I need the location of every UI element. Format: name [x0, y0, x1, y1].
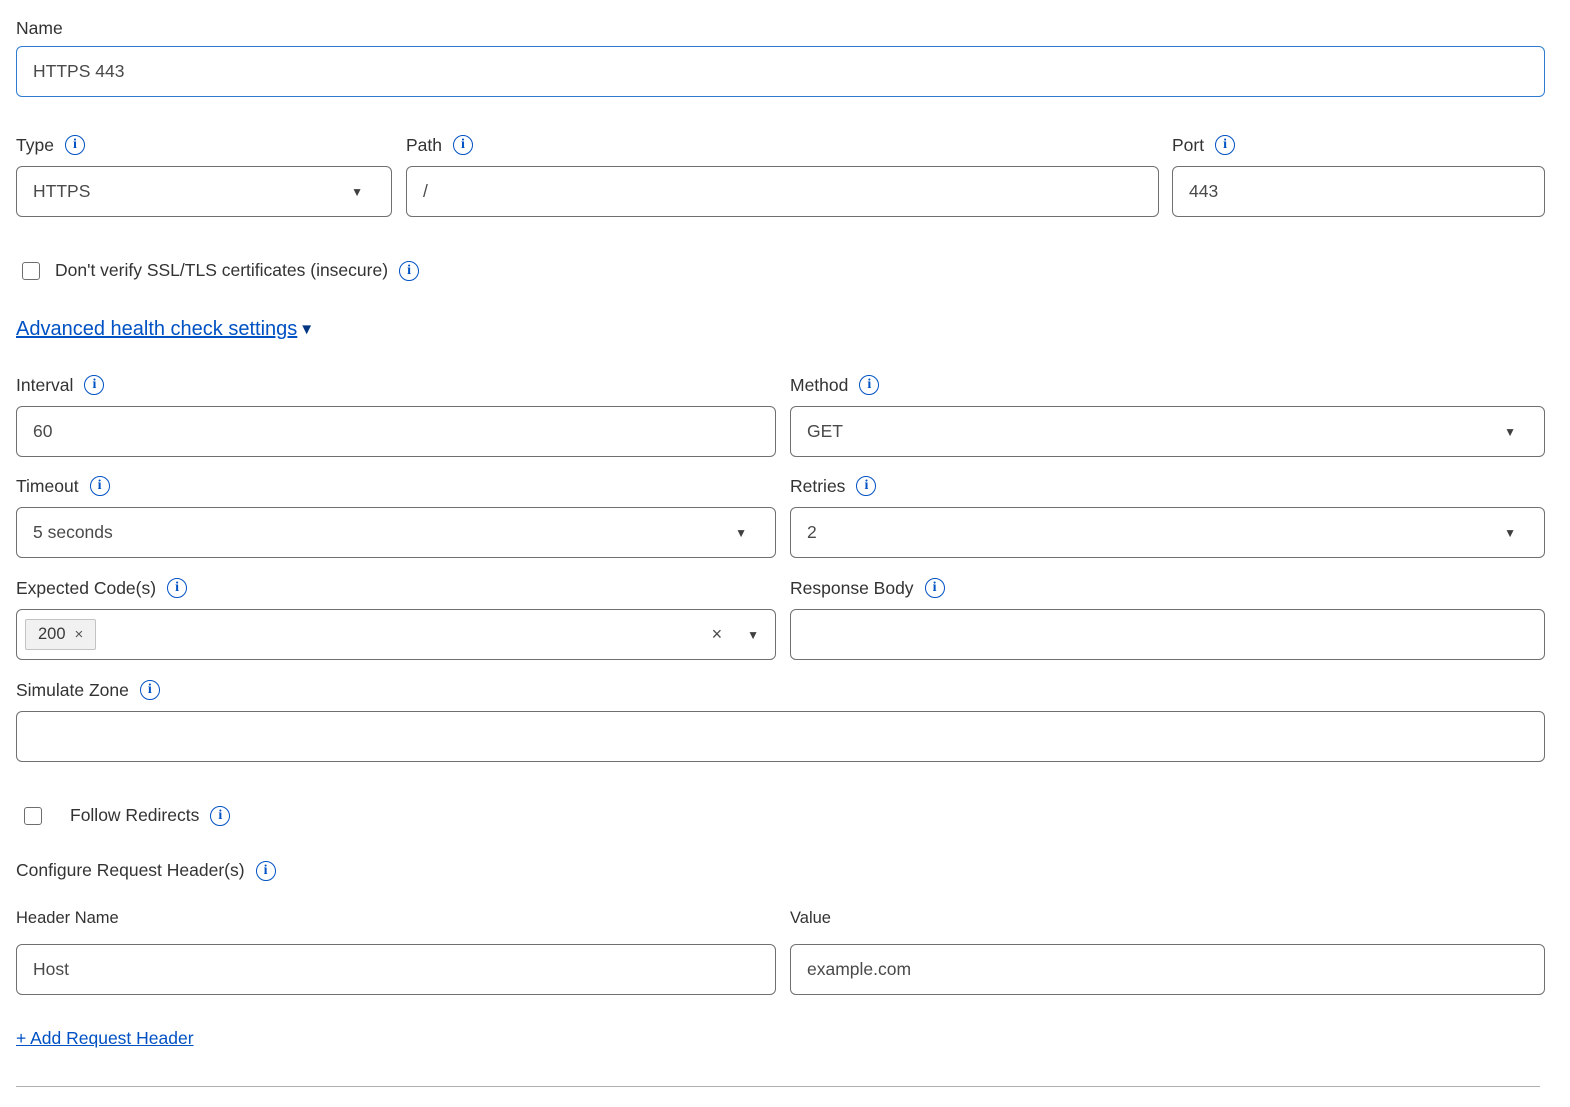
chevron-down-icon[interactable]: ▼ — [747, 629, 759, 641]
timeout-info-icon[interactable]: i — [90, 476, 110, 496]
path-label-text: Path — [406, 134, 442, 156]
header-name-input[interactable] — [16, 944, 776, 995]
timeout-label: Timeout i — [16, 475, 776, 497]
ssl-checkbox-label: Don't verify SSL/TLS certificates (insec… — [55, 260, 388, 281]
name-label-text: Name — [16, 17, 63, 39]
method-label: Method i — [790, 374, 1545, 396]
expected-code-tag: 200 × — [25, 619, 96, 650]
port-label: Port i — [1172, 134, 1545, 156]
ssl-checkbox-row: Don't verify SSL/TLS certificates (insec… — [16, 260, 1545, 281]
header-value-label: Value — [790, 909, 1545, 928]
advanced-caret-down-icon: ▼ — [299, 321, 314, 338]
expected-codes-label-text: Expected Code(s) — [16, 577, 156, 599]
method-select-value: GET — [807, 421, 843, 442]
path-input[interactable] — [406, 166, 1159, 217]
retries-select[interactable]: 2 ▼ — [790, 507, 1545, 558]
retries-select-value: 2 — [807, 522, 817, 543]
retries-info-icon[interactable]: i — [856, 476, 876, 496]
port-info-icon[interactable]: i — [1215, 135, 1235, 155]
chevron-down-icon: ▼ — [1504, 527, 1516, 539]
timeout-label-text: Timeout — [16, 475, 79, 497]
response-body-input[interactable] — [790, 609, 1545, 660]
retries-label-text: Retries — [790, 475, 845, 497]
follow-redirects-row: Follow Redirects i — [16, 805, 1545, 826]
bottom-divider — [16, 1086, 1540, 1087]
expected-codes-label: Expected Code(s) i — [16, 577, 776, 599]
port-label-text: Port — [1172, 134, 1204, 156]
type-info-icon[interactable]: i — [65, 135, 85, 155]
chevron-down-icon: ▼ — [735, 527, 747, 539]
simulate-zone-info-icon[interactable]: i — [140, 680, 160, 700]
ssl-verify-checkbox[interactable] — [22, 262, 40, 280]
name-label: Name — [16, 17, 1545, 39]
header-name-label: Header Name — [16, 909, 776, 928]
type-label-text: Type — [16, 134, 54, 156]
port-input[interactable] — [1172, 166, 1545, 217]
health-check-form: Name Type i HTTPS ▼ Path i Port i — [16, 0, 1545, 1049]
retries-label: Retries i — [790, 475, 1545, 497]
advanced-settings-link-text[interactable]: Advanced health check settings — [16, 318, 297, 341]
advanced-settings-link[interactable]: Advanced health check settings ▼ — [16, 318, 314, 341]
response-body-label-text: Response Body — [790, 577, 914, 599]
expected-codes-info-icon[interactable]: i — [167, 578, 187, 598]
method-info-icon[interactable]: i — [859, 375, 879, 395]
header-value-input[interactable] — [790, 944, 1545, 995]
name-input[interactable] — [16, 46, 1545, 97]
simulate-zone-label: Simulate Zone i — [16, 679, 1545, 701]
simulate-zone-input[interactable] — [16, 711, 1545, 762]
expected-codes-multiselect[interactable]: 200 × × ▼ — [16, 609, 776, 660]
type-select[interactable]: HTTPS ▼ — [16, 166, 392, 217]
method-label-text: Method — [790, 374, 848, 396]
chevron-down-icon: ▼ — [351, 186, 363, 198]
type-select-value: HTTPS — [33, 181, 90, 202]
response-body-info-icon[interactable]: i — [925, 578, 945, 598]
ssl-info-icon[interactable]: i — [399, 261, 419, 281]
chevron-down-icon: ▼ — [1504, 426, 1516, 438]
follow-redirects-info-icon[interactable]: i — [210, 806, 230, 826]
follow-redirects-checkbox[interactable] — [24, 807, 42, 825]
request-headers-info-icon[interactable]: i — [256, 861, 276, 881]
method-select[interactable]: GET ▼ — [790, 406, 1545, 457]
interval-info-icon[interactable]: i — [84, 375, 104, 395]
tag-remove-icon[interactable]: × — [75, 626, 84, 643]
request-headers-title-text: Configure Request Header(s) — [16, 860, 245, 881]
clear-all-icon[interactable]: × — [712, 624, 723, 645]
follow-redirects-label: Follow Redirects — [70, 805, 199, 826]
type-label: Type i — [16, 134, 392, 156]
timeout-select-value: 5 seconds — [33, 522, 113, 543]
request-headers-section-title: Configure Request Header(s) i — [16, 860, 1545, 881]
simulate-zone-label-text: Simulate Zone — [16, 679, 129, 701]
expected-code-tag-text: 200 — [38, 625, 66, 644]
add-request-header-link[interactable]: + Add Request Header — [16, 1028, 194, 1048]
path-info-icon[interactable]: i — [453, 135, 473, 155]
interval-label-text: Interval — [16, 374, 73, 396]
response-body-label: Response Body i — [790, 577, 1545, 599]
path-label: Path i — [406, 134, 1159, 156]
timeout-select[interactable]: 5 seconds ▼ — [16, 507, 776, 558]
interval-label: Interval i — [16, 374, 776, 396]
request-header-row: Header Name Value — [16, 909, 1545, 995]
interval-input[interactable] — [16, 406, 776, 457]
